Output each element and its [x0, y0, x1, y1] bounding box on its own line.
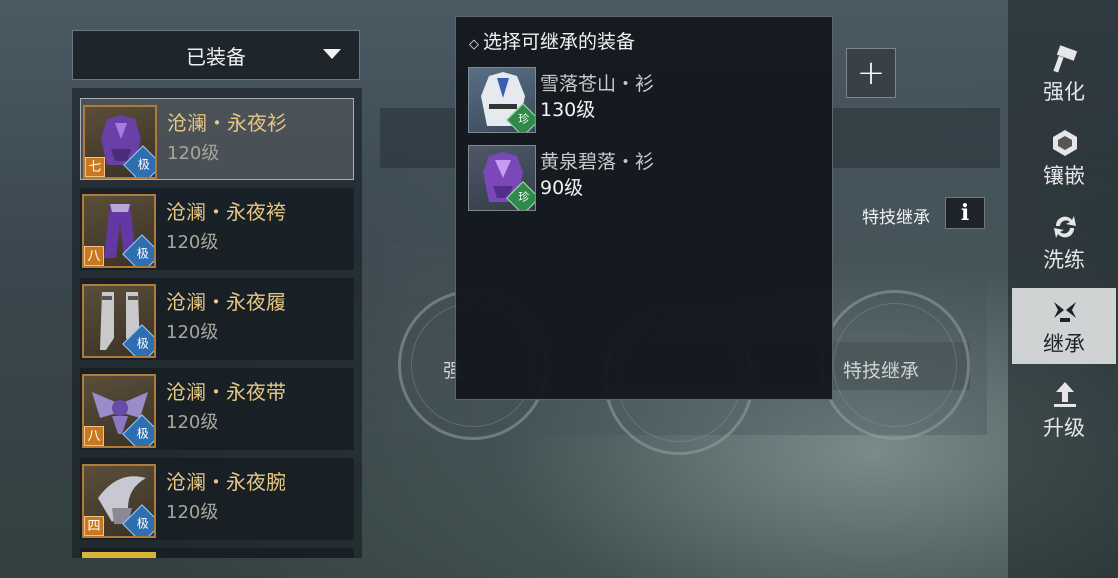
popup-list-item[interactable]: 珍 雪落苍山・衫 130级	[468, 67, 818, 135]
diamond-icon: ◇	[469, 37, 479, 52]
list-item[interactable]: 极 沧澜・永夜履 120级	[80, 278, 354, 360]
item-level: 120级	[167, 143, 220, 164]
list-item[interactable]: 四 极 沧澜・永夜腕 120级	[80, 458, 354, 540]
nav-label: 继承	[1043, 332, 1085, 356]
popup-list-item[interactable]: 珍 黄泉碧落・衫 90级	[468, 145, 818, 213]
dropdown-label: 已装备	[186, 44, 246, 69]
item-name: 沧澜・永夜衫	[167, 111, 287, 135]
nav-label: 洗练	[1043, 248, 1085, 272]
function-nav: 强化 镶嵌 洗练 继承 升级	[1008, 0, 1118, 578]
bracer-icon: 四 极	[82, 464, 156, 538]
purple-robe-icon: 珍	[468, 145, 536, 211]
item-name: 沧澜・永夜带	[166, 380, 286, 404]
boots-icon: 极	[82, 284, 156, 358]
robe-icon: 七 极	[83, 105, 157, 179]
list-item[interactable]: 八 极 沧澜・永夜带 120级	[80, 368, 354, 450]
popup-item-level: 90级	[540, 177, 584, 199]
inherit-icon	[1054, 302, 1076, 322]
item-level: 120级	[166, 502, 219, 523]
nav-label: 升级	[1043, 416, 1085, 440]
white-robe-icon: 珍	[468, 67, 536, 133]
refresh-icon	[1054, 216, 1076, 238]
popup-item-name: 黄泉碧落・衫	[540, 151, 655, 173]
belt-icon: 八 极	[82, 374, 156, 448]
pants-icon: 八 极	[82, 194, 156, 268]
item-level: 120级	[166, 322, 219, 343]
rank-badge: 七	[85, 157, 105, 177]
info-button[interactable]: i	[945, 197, 985, 229]
popup-item-name: 雪落苍山・衫	[540, 73, 655, 95]
list-item-partial[interactable]	[80, 548, 354, 558]
hammer-icon	[1053, 45, 1078, 73]
list-item[interactable]: 八 极 沧澜・永夜袴 120级	[80, 188, 354, 270]
inherit-circle-skill-label: 特技继承	[843, 360, 920, 382]
list-item[interactable]: 七 极 沧澜・永夜衫 120级	[80, 98, 354, 180]
item-name: 沧澜・永夜腕	[166, 470, 286, 494]
nav-tab-strengthen[interactable]: 强化	[1012, 36, 1116, 112]
popup-item-level: 130级	[540, 99, 596, 121]
item-level: 120级	[166, 232, 219, 253]
rank-badge: 四	[84, 516, 104, 536]
nav-label: 镶嵌	[1043, 164, 1085, 188]
nav-tab-refine[interactable]: 洗练	[1012, 204, 1116, 280]
item-level: 120级	[166, 412, 219, 433]
gem-icon	[1053, 130, 1077, 156]
skill-inherit-label: 特技继承	[862, 208, 930, 228]
upgrade-icon	[1054, 382, 1076, 407]
nav-label: 强化	[1043, 80, 1085, 104]
item-name: 沧澜・永夜履	[166, 290, 286, 314]
chevron-down-icon	[323, 49, 341, 59]
nav-tab-upgrade[interactable]: 升级	[1012, 372, 1116, 448]
nav-tab-inherit[interactable]: 继承	[1012, 288, 1116, 364]
popup-title: ◇ 选择可继承的装备	[469, 31, 636, 53]
rank-badge: 八	[84, 246, 104, 266]
inheritable-equipment-popup[interactable]: ◇ 选择可继承的装备 珍 雪落苍山・衫 130级 珍 黄泉碧落・衫 90级	[455, 16, 833, 400]
equipped-list[interactable]: 七 极 沧澜・永夜衫 120级 八 极 沧澜・永夜袴 120级 极 沧澜・永夜履…	[72, 88, 362, 558]
item-name: 沧澜・永夜袴	[166, 200, 286, 224]
add-equipment-button[interactable]: +	[846, 48, 896, 98]
equipment-filter-dropdown[interactable]: 已装备	[72, 30, 360, 80]
nav-tab-inlay[interactable]: 镶嵌	[1012, 120, 1116, 196]
rank-badge: 八	[84, 426, 104, 446]
